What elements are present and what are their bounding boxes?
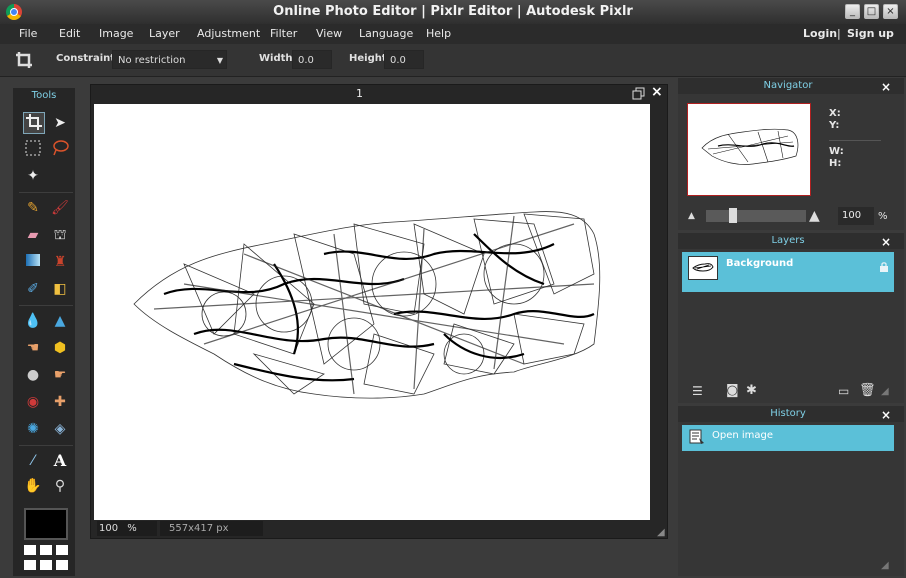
tools-panel xyxy=(13,88,75,576)
menu-bar xyxy=(0,24,906,44)
color-picker-icon[interactable]: ⁄ xyxy=(23,451,43,471)
maximize-button[interactable]: □ xyxy=(864,4,879,19)
resize-handle-icon[interactable]: ◢ xyxy=(657,527,665,538)
eraser-icon[interactable]: ▰ xyxy=(23,225,43,245)
layer-mask-icon[interactable]: ◙ xyxy=(726,383,739,398)
minimize-button[interactable]: _ xyxy=(845,4,860,19)
navigator-preview[interactable] xyxy=(687,103,811,196)
lock-icon xyxy=(879,262,889,272)
nav-h-label: H: xyxy=(829,158,842,169)
menu-filter[interactable]: Filter xyxy=(270,24,297,44)
zoom-in-icon[interactable]: ▲ xyxy=(809,208,820,224)
pinch-icon[interactable]: ◈ xyxy=(50,419,70,439)
constraint-select[interactable]: No restriction ▼ xyxy=(112,50,227,69)
height-input[interactable]: 0.0 xyxy=(384,50,424,69)
zoom-value: 100 xyxy=(99,523,119,534)
layers-resize-icon[interactable]: ◢ xyxy=(881,386,889,397)
layer-styles-icon[interactable]: ✱ xyxy=(746,383,757,398)
zoom-slider-handle[interactable] xyxy=(729,208,737,223)
canvas-tab-title: 1 xyxy=(356,87,363,100)
zoom-slider[interactable] xyxy=(706,210,806,222)
constraint-value: No restriction xyxy=(118,55,186,66)
signup-link[interactable]: Sign up xyxy=(847,24,894,44)
clone-stamp-icon[interactable]: ♜ xyxy=(50,252,70,272)
menu-language[interactable]: Language xyxy=(359,24,413,44)
menu-view[interactable]: View xyxy=(316,24,342,44)
dodge-icon[interactable]: ☛ xyxy=(50,365,70,385)
close-history-icon[interactable]: × xyxy=(881,408,891,422)
burn-icon[interactable]: ● xyxy=(23,365,43,385)
menu-image[interactable]: Image xyxy=(99,24,133,44)
login-link[interactable]: Login xyxy=(803,24,837,44)
nav-zoom-input[interactable]: 100 xyxy=(838,207,874,225)
tools-divider xyxy=(19,192,73,193)
paint-bucket-icon[interactable]: ⛫ xyxy=(50,225,70,245)
spot-heal-icon[interactable]: ✚ xyxy=(50,392,70,412)
crop-tool-indicator-icon xyxy=(14,50,34,70)
gradient-icon[interactable] xyxy=(23,252,43,272)
layer-thumbnail xyxy=(688,256,718,280)
navigator-title: Navigator xyxy=(763,80,813,91)
menu-separator: | xyxy=(837,27,841,40)
history-item-label: Open image xyxy=(712,430,774,441)
red-eye-icon[interactable]: ◉ xyxy=(23,392,43,412)
move-icon[interactable]: ➤ xyxy=(50,113,70,133)
restore-window-icon[interactable] xyxy=(632,87,646,101)
hand-icon[interactable]: ✋ xyxy=(23,476,43,496)
lasso-icon[interactable] xyxy=(50,139,70,159)
nav-zoom-unit: % xyxy=(878,211,888,222)
close-layers-icon[interactable]: × xyxy=(881,235,891,249)
primary-color-swatch[interactable] xyxy=(24,508,68,540)
nav-divider xyxy=(829,140,881,141)
image-dimensions: 557x417 px xyxy=(160,521,263,536)
nav-w-label: W: xyxy=(829,146,844,157)
type-icon[interactable]: A xyxy=(50,451,70,471)
color-replace-icon[interactable]: ✐ xyxy=(23,279,43,299)
tools-title: Tools xyxy=(31,90,57,101)
menu-adjustment[interactable]: Adjustment xyxy=(197,24,260,44)
bloat-icon[interactable]: ✺ xyxy=(23,419,43,439)
open-image-icon xyxy=(689,429,705,445)
brush-icon[interactable]: 🖌 xyxy=(50,198,70,218)
history-title: History xyxy=(770,408,806,419)
color-grid[interactable] xyxy=(24,545,70,573)
constraint-label: Constraint: xyxy=(56,53,120,64)
menu-layer[interactable]: Layer xyxy=(149,24,180,44)
magic-wand-icon[interactable]: ✦ xyxy=(23,166,43,186)
width-label: Width: xyxy=(259,53,297,64)
menu-help[interactable]: Help xyxy=(426,24,451,44)
zoom-input[interactable]: 100 % xyxy=(97,521,157,536)
pencil-icon[interactable]: ✎ xyxy=(23,198,43,218)
sponge-icon[interactable]: ⬢ xyxy=(50,338,70,358)
layer-settings-icon[interactable]: ☰ xyxy=(692,384,703,398)
width-input[interactable]: 0.0 xyxy=(292,50,332,69)
smudge-icon[interactable]: ☚ xyxy=(23,338,43,358)
menu-file[interactable]: File xyxy=(19,24,37,44)
menu-edit[interactable]: Edit xyxy=(59,24,80,44)
layer-name: Background xyxy=(726,258,794,269)
tools-divider xyxy=(19,305,73,306)
sketch-artwork xyxy=(133,211,601,399)
window-title: Online Photo Editor | Pixlr Editor | Aut… xyxy=(273,4,633,19)
nav-x-label: X: xyxy=(829,108,841,119)
chevron-down-icon: ▼ xyxy=(216,56,223,65)
delete-layer-icon[interactable]: 🗑 xyxy=(859,383,876,398)
close-window-button[interactable]: × xyxy=(883,4,898,19)
drawing-icon[interactable]: ◧ xyxy=(50,279,70,299)
nav-y-label: Y: xyxy=(829,120,840,131)
close-canvas-icon[interactable]: × xyxy=(651,84,663,100)
close-navigator-icon[interactable]: × xyxy=(881,80,891,94)
sharpen-icon[interactable]: ▲ xyxy=(50,311,70,331)
marquee-icon[interactable] xyxy=(23,139,43,159)
zoom-out-icon[interactable]: ▲ xyxy=(688,211,695,221)
new-layer-icon[interactable]: ▭ xyxy=(838,384,849,398)
zoom-unit: % xyxy=(127,523,137,534)
image-canvas[interactable] xyxy=(94,104,650,520)
zoom-icon[interactable]: ⚲ xyxy=(50,476,70,496)
crop-icon[interactable] xyxy=(23,112,45,134)
blur-icon[interactable]: 💧 xyxy=(23,311,43,331)
tools-divider xyxy=(19,445,73,446)
history-resize-icon[interactable]: ◢ xyxy=(881,560,889,571)
layers-title: Layers xyxy=(771,235,805,246)
